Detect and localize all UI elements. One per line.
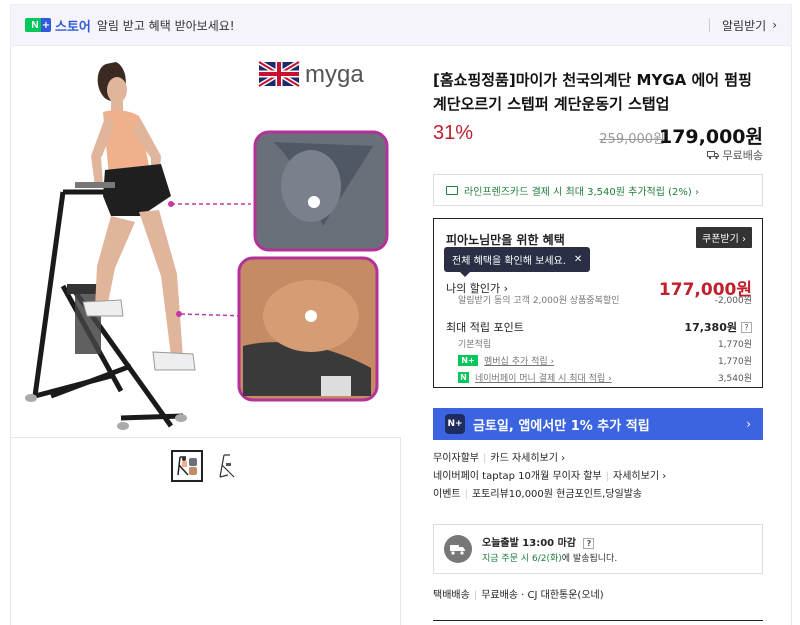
thumbnail-2[interactable]: [211, 450, 243, 482]
naverpay-installment-line: 네이버페이 taptap 10개월 무이자 할부 | 자세히보기 ›: [433, 471, 667, 482]
product-title: [홈쇼핑정품]마이가 천국의계단 MYGA 에어 펌핑 계단오르기 스텝퍼 계단…: [433, 71, 752, 113]
max-points-value: 17,380원: [684, 321, 737, 334]
card-promo-text: 라인프렌즈카드 결제 시 최대 3,540원 추가적립 (2%) ›: [464, 186, 699, 198]
product-illustration: myga: [25, 59, 389, 430]
basic-points-label: 기본적립: [458, 340, 492, 350]
delivery-rest: 에 발송됩니다.: [561, 554, 618, 564]
thumbnail-1[interactable]: [171, 450, 203, 482]
divider: [433, 620, 763, 621]
close-icon[interactable]: ✕: [574, 254, 582, 265]
event-text: 포토리뷰10,000원 현금포인트,당일발송: [471, 489, 643, 500]
free-shipping-text: 무료배송: [722, 149, 763, 162]
delivery-date: 지금 주문 시 6/2(화): [482, 554, 562, 564]
naverpay-installment-label: 네이버페이 taptap 10개월 무이자 할부: [433, 471, 602, 482]
pay-points-value: 3,540원: [717, 374, 752, 384]
shipping-label: 택배배송: [433, 590, 470, 601]
benefit-title: 피아노님만을 위한 혜택: [446, 233, 565, 247]
discount-rate: 31%: [433, 122, 474, 144]
sub-discount-value: -2,000원: [714, 296, 752, 306]
shipping-method: 택배배송 | 무료배송 · CJ 대한통운(오네): [433, 590, 604, 601]
badge-n: N: [31, 19, 39, 31]
delivery-eta: 지금 주문 시 6/2(화)에 발송됩니다.: [482, 551, 617, 564]
product-frame: myga [홈쇼핑정품]마이가 천국의계단 MYGA 에어 펌핑 계단오르기 스…: [10, 46, 792, 625]
chevron-right-icon: ›: [772, 18, 777, 32]
alarm-label: 알림받기: [722, 18, 767, 33]
naver-plus-badge-icon: N +: [25, 18, 51, 32]
basic-points-row: 기본적립 1,770원: [446, 337, 752, 350]
payment-info: 무이자할부 | 카드 자세히보기 › 네이버페이 taptap 10개월 무이자 할…: [433, 450, 763, 504]
credit-card-icon: [446, 185, 458, 195]
notification-notice: 알림 받고 혜택 받아보세요!: [96, 18, 235, 33]
benefit-panel: 피아노님만을 위한 혜택 쿠폰받기 › 전체 혜택을 확인해 보세요. ✕ 나의…: [433, 218, 763, 388]
help-icon[interactable]: ?: [583, 538, 595, 549]
help-icon[interactable]: ?: [741, 321, 752, 333]
installment-label: 무이자할부: [433, 453, 479, 464]
coupon-button[interactable]: 쿠폰받기 ›: [696, 227, 752, 248]
delivery-truck-icon: [444, 535, 472, 563]
banner-text: 금토일, 앱에서만 1% 추가 적립: [473, 418, 650, 434]
benefit-tooltip: 전체 혜택을 확인해 보세요. ✕: [444, 247, 591, 277]
basic-points-value: 1,770원: [717, 340, 752, 350]
divider: [709, 18, 711, 32]
membership-points-value: 1,770원: [717, 357, 752, 367]
store-notification-bar: N + 스토어 알림 받고 혜택 받아보세요! 알림받기 ›: [10, 4, 792, 46]
brand-logo: myga: [305, 61, 364, 88]
membership-points-link[interactable]: 멤버십 추가 적립 ›: [484, 354, 554, 367]
free-shipping-label: 무료배송: [706, 147, 763, 163]
thumbnail-strip: [171, 450, 243, 482]
naver-plus-icon: N+: [458, 355, 478, 366]
today-delivery-box: 오늘출발 13:00 마감 ? 지금 주문 시 6/2(화)에 발송됩니다.: [433, 524, 763, 574]
thumbnail-2-image: [219, 454, 235, 478]
alarm-subscribe-button[interactable]: 알림받기 ›: [709, 17, 777, 34]
chevron-right-icon: ›: [746, 417, 751, 431]
max-points-row: 최대 적립 포인트 17,380원 ?: [446, 319, 752, 335]
tooltip-text: 전체 혜택을 확인해 보세요.: [452, 256, 566, 267]
delivery-title: 오늘출발 13:00 마감 ?: [482, 534, 617, 549]
pay-points-link[interactable]: 네이버페이 머니 결제 시 최대 적립 ›: [475, 371, 612, 384]
delivery-text: 오늘출발 13:00 마감 ? 지금 주문 시 6/2(화)에 발송됩니다.: [482, 534, 617, 564]
membership-points-row: N+ 멤버십 추가 적립 › 1,770원: [446, 354, 752, 367]
naverpay-detail-link[interactable]: 자세히보기 ›: [613, 471, 666, 482]
app-promo-banner[interactable]: N+ 금토일, 앱에서만 1% 추가 적립 ›: [433, 408, 763, 440]
product-gallery: myga: [11, 46, 401, 625]
naver-plus-app-icon: N+: [445, 414, 465, 434]
truck-icon: [706, 151, 719, 160]
pay-points-row: N 네이버페이 머니 결제 시 최대 적립 › 3,540원: [446, 371, 752, 384]
sub-discount-label: 알림받기 동의 고객 2,000원 상품중복할인: [458, 296, 620, 306]
sale-price: 179,000원: [658, 126, 763, 148]
uk-flag-icon: [257, 59, 301, 89]
shipping-value: 무료배송 · CJ 대한통운(오네): [481, 590, 604, 601]
card-promo-link[interactable]: 라인프렌즈카드 결제 시 최대 3,540원 추가적립 (2%) ›: [433, 174, 763, 206]
event-label: 이벤트: [433, 489, 461, 500]
main-product-image[interactable]: myga: [11, 46, 401, 438]
truck-glyph: [450, 545, 465, 555]
card-detail-link[interactable]: 카드 자세히보기 ›: [490, 453, 565, 464]
original-price: 259,000원: [599, 132, 665, 147]
sub-discount-row: 알림받기 동의 고객 2,000원 상품중복할인 -2,000원: [446, 293, 752, 306]
store-label[interactable]: 스토어: [55, 16, 91, 35]
installment-line: 무이자할부 | 카드 자세히보기 ›: [433, 453, 566, 464]
naver-pay-icon: N: [458, 372, 469, 383]
event-line: 이벤트 | 포토리뷰10,000원 현금포인트,당일발송: [433, 489, 643, 500]
delivery-title-text: 오늘출발 13:00 마감: [482, 538, 576, 549]
badge-plus: +: [41, 18, 51, 32]
thumbnail-1-image: [174, 453, 200, 479]
max-points-label: 최대 적립 포인트: [446, 321, 524, 334]
